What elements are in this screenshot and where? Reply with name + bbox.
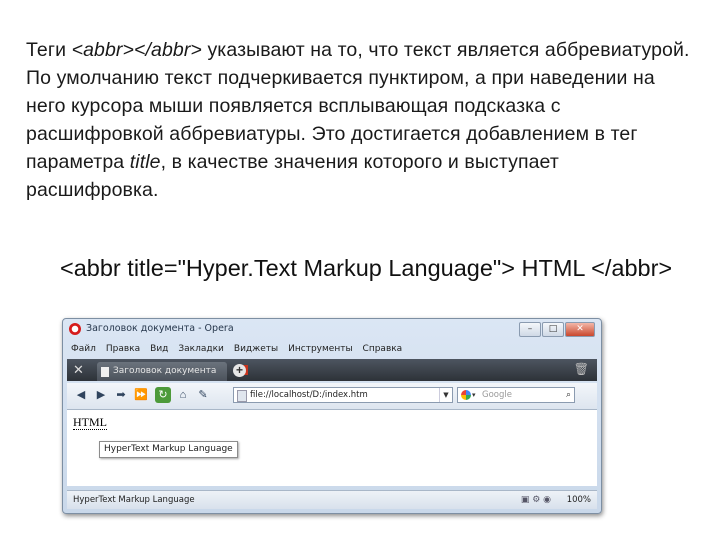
menu-item-view[interactable]: Вид [150, 344, 168, 354]
search-placeholder: Google [482, 390, 512, 400]
slide-paragraph: Теги <abbr></abbr> указывают на то, что … [26, 36, 696, 204]
abbr-tooltip: HyperText Markup Language [99, 441, 238, 458]
minimize-button[interactable]: – [519, 322, 541, 337]
panel-toggle-icon[interactable]: ✕ [73, 362, 84, 378]
zoom-level[interactable]: 100% [567, 491, 591, 509]
abbr-tag-term: <abbr></abbr> [71, 39, 202, 61]
window-controls: – □ ✕ [518, 322, 595, 337]
page-content: HTML HyperText Markup Language [67, 410, 597, 486]
menu-bar: Файл Правка Вид Закладки Виджеты Инструм… [67, 341, 597, 357]
menu-item-bookmarks[interactable]: Закладки [178, 344, 224, 354]
menu-item-tools[interactable]: Инструменты [288, 344, 352, 354]
menu-item-widgets[interactable]: Виджеты [234, 344, 278, 354]
menu-item-file[interactable]: Файл [71, 344, 96, 354]
title-param-term: title [129, 151, 161, 173]
reload-icon[interactable]: ↻ [155, 387, 171, 403]
code-example: <abbr title="Hyper.Text Markup Language"… [60, 255, 673, 281]
document-icon [237, 390, 247, 402]
address-dropdown-icon[interactable]: ▼ [439, 388, 452, 402]
wand-icon[interactable]: ✎ [195, 387, 211, 403]
new-tab-icon[interactable]: + [233, 364, 246, 377]
home-icon[interactable]: ⌂ [175, 387, 191, 403]
back-arrow-icon[interactable]: ◀ [73, 387, 89, 403]
opera-logo-icon[interactable] [69, 323, 81, 335]
page-icon [101, 367, 109, 377]
status-icons[interactable]: ▣ ⚙ ◉ [521, 491, 551, 509]
maximize-button[interactable]: □ [542, 322, 564, 337]
menu-item-edit[interactable]: Правка [106, 344, 140, 354]
paragraph-text-1: Теги [26, 39, 72, 61]
search-engine-dropdown-icon[interactable]: ▾ [472, 388, 476, 402]
status-bar: HyperText Markup Language ▣ ⚙ ◉ 100% [67, 490, 597, 509]
title-bar: Заголовок документа - Opera – □ ✕ [63, 319, 601, 341]
address-value: file://localhost/D:/index.htm [250, 390, 368, 400]
navigation-bar: ◀ ▶ ➡ ⏩ ↻ ⌂ ✎ file://localhost/D:/index.… [67, 383, 597, 410]
tab-title: Заголовок документа [113, 366, 217, 376]
abbr-element[interactable]: HTML [73, 416, 107, 430]
tab-document[interactable]: Заголовок документа x [97, 362, 248, 381]
search-field[interactable]: ▾ Google ⌕ [457, 387, 575, 403]
status-text: HyperText Markup Language [73, 495, 195, 505]
tab-bar: ✕ Заголовок документа x + 🗑 [67, 359, 597, 381]
trash-icon[interactable]: 🗑 [574, 362, 589, 376]
forward-arrow-icon[interactable]: ▶ [93, 387, 109, 403]
magnifier-icon[interactable]: ⌕ [566, 388, 571, 402]
address-field[interactable]: file://localhost/D:/index.htm ▼ [233, 387, 453, 403]
rewind-icon[interactable]: ➡ [113, 387, 129, 403]
menu-item-help[interactable]: Справка [363, 344, 403, 354]
google-logo-icon [461, 390, 471, 400]
window-title: Заголовок документа - Opera [86, 323, 234, 334]
fast-forward-icon[interactable]: ⏩ [133, 387, 149, 403]
close-button[interactable]: ✕ [565, 322, 595, 337]
browser-window: Заголовок документа - Opera – □ ✕ Файл П… [62, 318, 602, 514]
